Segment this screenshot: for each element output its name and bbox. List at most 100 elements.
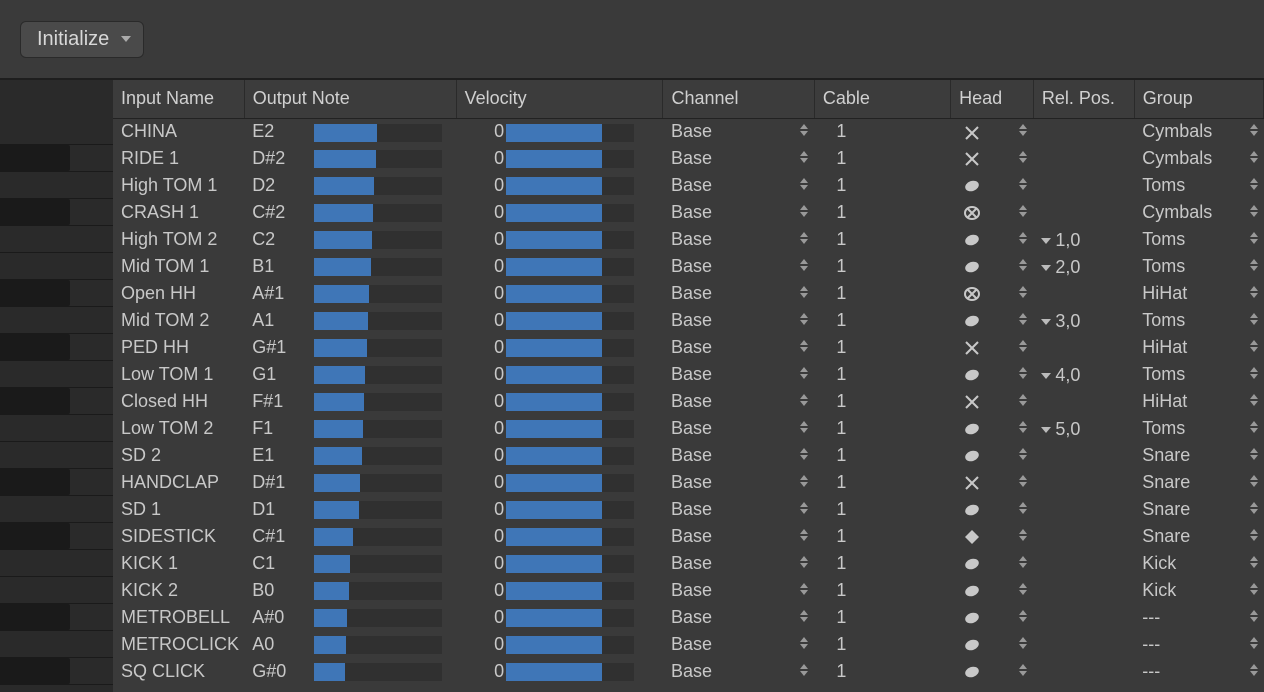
cell-output-note[interactable]: A#1 <box>244 280 456 307</box>
stepper[interactable] <box>800 394 808 406</box>
stepper[interactable] <box>1019 124 1027 136</box>
stepper[interactable] <box>800 610 808 622</box>
cell-head[interactable] <box>951 604 1034 631</box>
note-slider[interactable] <box>314 528 442 546</box>
cell-output-note[interactable]: D2 <box>244 172 456 199</box>
cell-channel[interactable]: Base <box>663 550 814 577</box>
piano-white-key[interactable] <box>0 253 113 280</box>
cell-channel[interactable]: Base <box>663 280 814 307</box>
cell-rel-pos[interactable] <box>1033 631 1134 658</box>
cell-output-note[interactable]: A#0 <box>244 604 456 631</box>
cell-channel[interactable]: Base <box>663 334 814 361</box>
cell-velocity[interactable]: 0 <box>456 496 663 523</box>
cell-rel-pos[interactable] <box>1033 496 1134 523</box>
cell-output-note[interactable]: D1 <box>244 496 456 523</box>
cell-cable[interactable]: 1 <box>814 388 950 415</box>
cell-channel[interactable]: Base <box>663 604 814 631</box>
cell-cable[interactable]: 1 <box>814 361 950 388</box>
cell-head[interactable] <box>951 658 1034 685</box>
cell-velocity[interactable]: 0 <box>456 307 663 334</box>
cell-velocity[interactable]: 0 <box>456 361 663 388</box>
cell-rel-pos[interactable] <box>1033 523 1134 550</box>
stepper[interactable] <box>800 421 808 433</box>
cell-input-name[interactable]: Low TOM 2 <box>113 415 244 442</box>
cell-head[interactable] <box>951 118 1034 145</box>
cell-input-name[interactable]: KICK 1 <box>113 550 244 577</box>
cell-velocity[interactable]: 0 <box>456 523 663 550</box>
cell-group[interactable]: Kick <box>1134 550 1263 577</box>
cell-group[interactable]: Cymbals <box>1134 118 1263 145</box>
stepper[interactable] <box>1250 610 1258 622</box>
cell-output-note[interactable]: G1 <box>244 361 456 388</box>
table-row[interactable]: RIDE 1D#20Base1Cymbals <box>113 145 1264 172</box>
stepper[interactable] <box>1250 313 1258 325</box>
velocity-slider[interactable] <box>506 312 634 330</box>
table-row[interactable]: CRASH 1C#20Base1Cymbals <box>113 199 1264 226</box>
stepper[interactable] <box>1019 232 1027 244</box>
table-row[interactable]: Open HHA#10Base1HiHat <box>113 280 1264 307</box>
stepper[interactable] <box>1250 205 1258 217</box>
cell-output-note[interactable]: F#1 <box>244 388 456 415</box>
cell-input-name[interactable]: High TOM 2 <box>113 226 244 253</box>
stepper[interactable] <box>800 367 808 379</box>
cell-group[interactable]: --- <box>1134 604 1263 631</box>
cell-input-name[interactable]: SQ CLICK <box>113 658 244 685</box>
velocity-slider[interactable] <box>506 150 634 168</box>
cell-output-note[interactable]: G#1 <box>244 334 456 361</box>
cell-rel-pos[interactable] <box>1033 658 1134 685</box>
note-slider[interactable] <box>314 285 442 303</box>
note-slider[interactable] <box>314 447 442 465</box>
cell-rel-pos[interactable] <box>1033 199 1134 226</box>
cell-head[interactable] <box>951 334 1034 361</box>
cell-channel[interactable]: Base <box>663 415 814 442</box>
velocity-slider[interactable] <box>506 609 634 627</box>
stepper[interactable] <box>800 151 808 163</box>
cell-cable[interactable]: 1 <box>814 577 950 604</box>
cell-group[interactable]: HiHat <box>1134 280 1263 307</box>
cell-input-name[interactable]: Low TOM 1 <box>113 361 244 388</box>
cell-input-name[interactable]: METROCLICK <box>113 631 244 658</box>
stepper[interactable] <box>800 502 808 514</box>
cell-group[interactable]: Snare <box>1134 469 1263 496</box>
stepper[interactable] <box>1250 664 1258 676</box>
velocity-slider[interactable] <box>506 636 634 654</box>
cell-cable[interactable]: 1 <box>814 658 950 685</box>
cell-channel[interactable]: Base <box>663 658 814 685</box>
velocity-slider[interactable] <box>506 555 634 573</box>
cell-input-name[interactable]: Mid TOM 1 <box>113 253 244 280</box>
stepper[interactable] <box>1019 151 1027 163</box>
velocity-slider[interactable] <box>506 447 634 465</box>
cell-output-note[interactable]: B0 <box>244 577 456 604</box>
cell-input-name[interactable]: METROBELL <box>113 604 244 631</box>
cell-cable[interactable]: 1 <box>814 604 950 631</box>
cell-velocity[interactable]: 0 <box>456 658 663 685</box>
header-cable[interactable]: Cable <box>814 80 950 118</box>
cell-velocity[interactable]: 0 <box>456 334 663 361</box>
cell-output-note[interactable]: A0 <box>244 631 456 658</box>
piano-white-key[interactable] <box>0 172 113 199</box>
cell-channel[interactable]: Base <box>663 577 814 604</box>
table-row[interactable]: High TOM 1D20Base1Toms <box>113 172 1264 199</box>
cell-channel[interactable]: Base <box>663 199 814 226</box>
cell-cable[interactable]: 1 <box>814 415 950 442</box>
stepper[interactable] <box>1250 421 1258 433</box>
cell-group[interactable]: Toms <box>1134 226 1263 253</box>
cell-head[interactable] <box>951 199 1034 226</box>
note-slider[interactable] <box>314 609 442 627</box>
piano-white-key[interactable] <box>0 415 113 442</box>
note-slider[interactable] <box>314 366 442 384</box>
cell-velocity[interactable]: 0 <box>456 118 663 145</box>
cell-cable[interactable]: 1 <box>814 226 950 253</box>
velocity-slider[interactable] <box>506 177 634 195</box>
header-input-name[interactable]: Input Name <box>113 80 244 118</box>
stepper[interactable] <box>1019 205 1027 217</box>
stepper[interactable] <box>1019 502 1027 514</box>
stepper[interactable] <box>1019 556 1027 568</box>
table-row[interactable]: CHINAE20Base1Cymbals <box>113 118 1264 145</box>
velocity-slider[interactable] <box>506 663 634 681</box>
velocity-slider[interactable] <box>506 204 634 222</box>
stepper[interactable] <box>1250 124 1258 136</box>
cell-rel-pos[interactable]: 2,0 <box>1033 253 1134 280</box>
cell-cable[interactable]: 1 <box>814 118 950 145</box>
cell-head[interactable] <box>951 361 1034 388</box>
